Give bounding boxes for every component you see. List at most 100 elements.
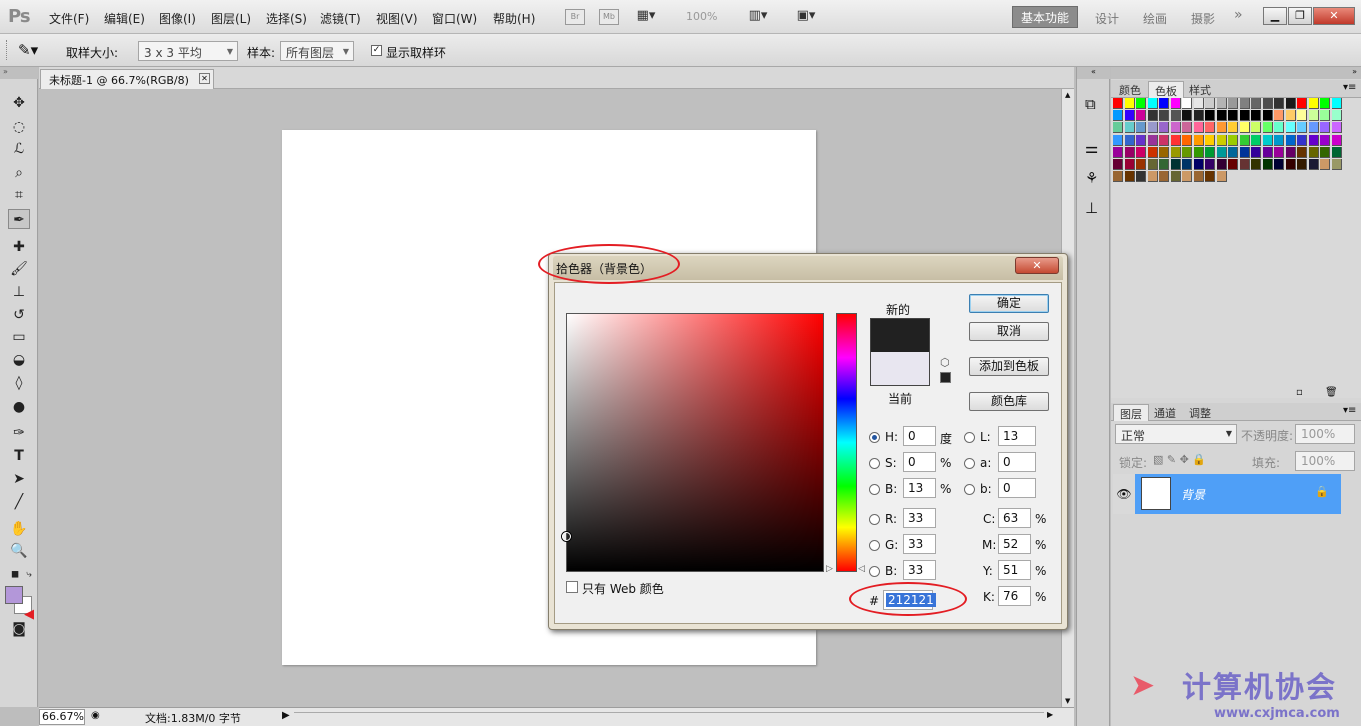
- eyedropper-tool-icon[interactable]: ✒: [8, 209, 30, 229]
- swatch[interactable]: [1274, 122, 1284, 134]
- dodge-tool-icon[interactable]: ●: [8, 397, 30, 417]
- swatch[interactable]: [1308, 98, 1319, 109]
- swatch[interactable]: [1216, 146, 1227, 158]
- marquee-tool-icon[interactable]: ◌: [8, 117, 30, 137]
- swatch[interactable]: [1170, 159, 1181, 170]
- eraser-tool-icon[interactable]: ▭: [8, 327, 30, 347]
- healing-brush-tool-icon[interactable]: ✚: [8, 237, 30, 257]
- lasso-tool-icon[interactable]: ℒ: [8, 139, 30, 159]
- workspace-photography[interactable]: 摄影: [1191, 10, 1215, 27]
- swatch[interactable]: [1251, 134, 1261, 146]
- history-panel-icon[interactable]: ⧉: [1085, 95, 1096, 113]
- eyedropper-tool-preset-icon[interactable]: ✎▾: [18, 41, 38, 59]
- swatch[interactable]: [1136, 134, 1146, 146]
- dock-collapse-icon[interactable]: »: [1111, 67, 1361, 79]
- minibridge-icon[interactable]: Mb: [599, 9, 619, 25]
- g-radio[interactable]: [869, 540, 880, 551]
- swatch[interactable]: [1170, 98, 1181, 109]
- history-brush-tool-icon[interactable]: ↺: [8, 305, 30, 325]
- out-of-gamut-cube-icon[interactable]: ⬡: [940, 356, 950, 369]
- line-tool-icon[interactable]: ╱: [8, 492, 30, 512]
- swatch[interactable]: [1228, 122, 1238, 134]
- y-field[interactable]: 51: [998, 560, 1031, 580]
- swatch[interactable]: [1262, 122, 1273, 134]
- panel-collapse-icon[interactable]: »: [0, 67, 38, 79]
- swatch[interactable]: [1285, 98, 1296, 109]
- menu-image[interactable]: 图像(I): [159, 10, 196, 27]
- lab-b-field[interactable]: 0: [998, 478, 1036, 498]
- current-color-preview[interactable]: [870, 352, 930, 386]
- zoom-field[interactable]: 66.67%: [39, 709, 85, 725]
- swatch[interactable]: [1297, 146, 1307, 158]
- menu-view[interactable]: 视图(V): [376, 10, 418, 27]
- swatch[interactable]: [1113, 98, 1123, 109]
- swatch[interactable]: [1182, 134, 1192, 146]
- swatch[interactable]: [1113, 134, 1123, 146]
- swatch-grid[interactable]: [1113, 98, 1343, 184]
- s-field[interactable]: 0: [903, 452, 936, 472]
- swatch[interactable]: [1124, 134, 1135, 146]
- swatch[interactable]: [1274, 110, 1284, 122]
- swatch[interactable]: [1147, 159, 1158, 170]
- new-swatch-icon[interactable]: ▫: [1296, 387, 1303, 398]
- hand-tool-icon[interactable]: ✋: [8, 519, 30, 539]
- restore-icon[interactable]: ❐: [1288, 7, 1312, 25]
- swatch[interactable]: [1331, 146, 1342, 158]
- minimize-icon[interactable]: ▁: [1263, 7, 1287, 25]
- swatch[interactable]: [1262, 110, 1273, 122]
- swatch[interactable]: [1297, 159, 1307, 170]
- swatch[interactable]: [1285, 110, 1296, 122]
- swatch[interactable]: [1205, 122, 1215, 134]
- path-select-tool-icon[interactable]: ➤: [8, 469, 30, 489]
- zoom-tool-icon[interactable]: 🔍: [8, 541, 30, 561]
- tab-styles[interactable]: 样式: [1183, 81, 1217, 98]
- swatch[interactable]: [1216, 159, 1227, 170]
- close-tab-icon[interactable]: ✕: [199, 73, 210, 84]
- swatch[interactable]: [1216, 134, 1227, 146]
- ok-button[interactable]: 确定: [969, 294, 1049, 313]
- sample-select[interactable]: 所有图层 ▼: [280, 41, 354, 61]
- clone-source-icon[interactable]: ⚘: [1085, 169, 1098, 187]
- swatch[interactable]: [1147, 122, 1158, 134]
- swatch[interactable]: [1136, 110, 1146, 122]
- l-field[interactable]: 13: [998, 426, 1036, 446]
- panel-menu-icon[interactable]: ▾≡: [1343, 405, 1356, 416]
- workspace-painting[interactable]: 绘画: [1143, 10, 1167, 27]
- swatch[interactable]: [1170, 134, 1181, 146]
- swatch[interactable]: [1262, 159, 1273, 170]
- swatch[interactable]: [1239, 110, 1250, 122]
- swatch[interactable]: [1193, 98, 1204, 109]
- status-menu-icon[interactable]: ▶: [282, 710, 290, 721]
- workspace-design[interactable]: 设计: [1095, 10, 1119, 27]
- swatch[interactable]: [1136, 122, 1146, 134]
- swatch[interactable]: [1216, 171, 1227, 183]
- brush-tool-icon[interactable]: 🖌: [8, 259, 30, 279]
- swatch[interactable]: [1297, 110, 1307, 122]
- b-field[interactable]: 13: [903, 478, 936, 498]
- swatch[interactable]: [1147, 171, 1158, 183]
- swatch[interactable]: [1262, 146, 1273, 158]
- fill-field[interactable]: 100%: [1295, 451, 1355, 471]
- b-radio[interactable]: [869, 484, 880, 495]
- swatch[interactable]: [1320, 110, 1330, 122]
- swatch[interactable]: [1182, 159, 1192, 170]
- zoom-level[interactable]: 100%: [686, 10, 717, 23]
- swatch[interactable]: [1113, 122, 1123, 134]
- swatch[interactable]: [1308, 134, 1319, 146]
- r-field[interactable]: 33: [903, 508, 936, 528]
- swatch[interactable]: [1205, 159, 1215, 170]
- menu-edit[interactable]: 编辑(E): [104, 10, 145, 27]
- blur-tool-icon[interactable]: ◊: [8, 373, 30, 393]
- swatch[interactable]: [1297, 98, 1307, 109]
- hue-slider-right-handle[interactable]: ◁: [858, 564, 865, 574]
- web-safe-swatch-icon[interactable]: [940, 372, 951, 383]
- swatch[interactable]: [1170, 110, 1181, 122]
- dialog-close-icon[interactable]: ✕: [1015, 257, 1059, 274]
- close-icon[interactable]: ✕: [1313, 7, 1355, 25]
- swatch[interactable]: [1216, 122, 1227, 134]
- l-radio[interactable]: [964, 432, 975, 443]
- swatch[interactable]: [1331, 110, 1342, 122]
- lock-icons[interactable]: ▧ ✎ ✥ 🔒: [1153, 453, 1206, 466]
- c-field[interactable]: 63: [998, 508, 1031, 528]
- foreground-color-swatch[interactable]: [5, 586, 23, 604]
